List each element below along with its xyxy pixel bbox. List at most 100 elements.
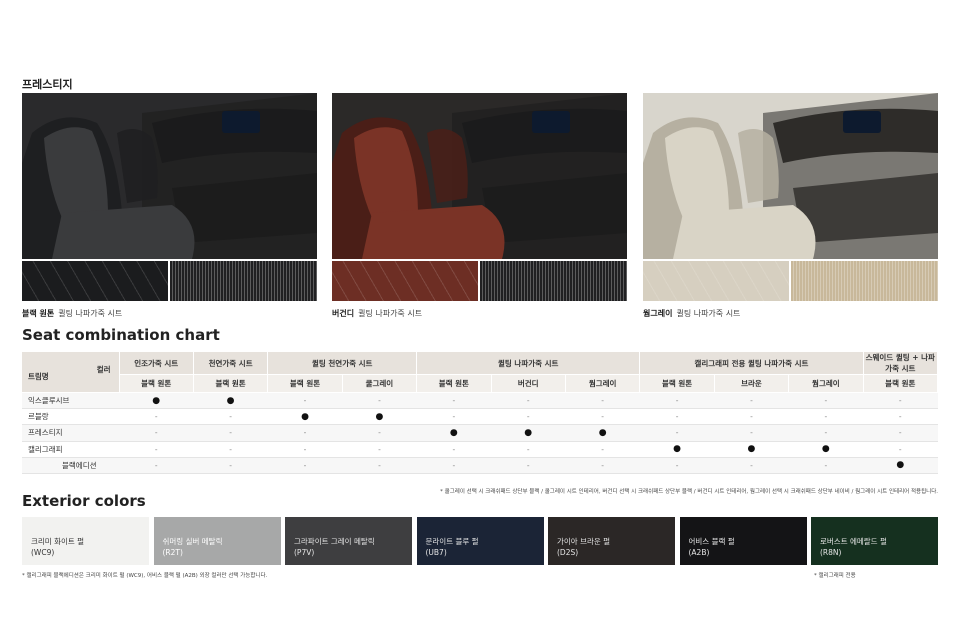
- unavailable-dash: -: [193, 441, 268, 458]
- unavailable-dash: -: [193, 408, 268, 426]
- exterior-color-code: (R8N): [820, 548, 842, 557]
- exterior-color-code: (P7V): [294, 548, 315, 557]
- unavailable-dash: -: [491, 441, 566, 458]
- unavailable-dash: -: [416, 408, 492, 426]
- unavailable-dash: -: [639, 424, 715, 442]
- leather-swatch: [22, 261, 168, 301]
- table-row: 블랙에디션 - - - - - - - - - - ●: [22, 457, 938, 474]
- trim-name: 캘리그래피: [22, 441, 119, 458]
- unavailable-dash: -: [342, 441, 417, 458]
- interior-photo: [643, 93, 938, 259]
- available-dot: ●: [639, 441, 715, 458]
- unavailable-dash: -: [342, 457, 417, 474]
- interior-color-name: 웜그레이: [643, 309, 673, 318]
- seat-color-header: 브라운: [714, 374, 790, 393]
- seat-color-header: 버건디: [491, 374, 566, 393]
- unavailable-dash: -: [714, 392, 789, 410]
- unavailable-dash: -: [639, 457, 715, 474]
- unavailable-dash: -: [565, 457, 640, 474]
- leather-swatch: [332, 261, 478, 301]
- exterior-color-name: 로버스트 에메랄드 펄: [820, 537, 887, 546]
- unavailable-dash: -: [119, 424, 194, 442]
- interior-seat-desc: 퀼팅 나파가죽 시트: [58, 309, 123, 318]
- trim-name: 프레스티지: [22, 424, 119, 442]
- unavailable-dash: -: [788, 408, 864, 426]
- seat-color-header: 블랙 원톤: [416, 374, 492, 393]
- corner-color-label: 컬러: [96, 365, 111, 374]
- exterior-color-label: 로버스트 에메랄드 펄 (R8N): [820, 536, 887, 558]
- interior-caption: 버건디 퀼팅 나파가죽 시트: [332, 308, 422, 319]
- trim-swatch: [170, 261, 317, 301]
- exterior-note-right: * 캘리그래피 전용: [814, 573, 856, 579]
- unavailable-dash: -: [863, 408, 938, 426]
- unavailable-dash: -: [342, 392, 417, 410]
- available-dot: ●: [416, 424, 492, 442]
- exterior-color-name: 가이아 브라운 펄: [557, 537, 611, 546]
- unavailable-dash: -: [788, 457, 864, 474]
- unavailable-dash: -: [863, 392, 938, 410]
- unavailable-dash: -: [788, 392, 864, 410]
- unavailable-dash: -: [267, 441, 343, 458]
- seat-color-header: 블랙 원톤: [119, 374, 194, 393]
- unavailable-dash: -: [714, 408, 789, 426]
- table-group-header: 컬러 트림명 인조가죽 시트 천연가죽 시트 퀼팅 천연가죽 시트 퀼팅 나파가죽 시…: [22, 352, 939, 393]
- exterior-title: Exterior colors: [22, 492, 146, 510]
- seat-type-header: 퀼팅 나파가죽 시트: [416, 352, 641, 375]
- trim-name: 익스클루시브: [22, 392, 119, 410]
- seat-type-header: 캘리그래피 전용 퀼팅 나파가죽 시트: [639, 352, 864, 375]
- unavailable-dash: -: [491, 392, 566, 410]
- unavailable-dash: -: [416, 392, 492, 410]
- unavailable-dash: -: [565, 392, 640, 410]
- exterior-color-label: 크리미 화이트 펄 (WC9): [31, 536, 84, 558]
- table-row: 캘리그래피 - - - - - - - ● ● ● -: [22, 441, 938, 458]
- exterior-color-name: 문라이트 블루 펄: [425, 537, 479, 546]
- available-dot: ●: [714, 441, 789, 458]
- unavailable-dash: -: [565, 441, 640, 458]
- unavailable-dash: -: [863, 441, 938, 458]
- exterior-color-label: 문라이트 블루 펄 (UB7): [426, 536, 479, 558]
- trim-swatch: [480, 261, 627, 301]
- seat-color-header: 웜그레이: [788, 374, 864, 393]
- unavailable-dash: -: [714, 457, 789, 474]
- available-dot: ●: [565, 424, 640, 442]
- seat-type-header: 인조가죽 시트: [119, 352, 194, 375]
- exterior-color-swatch: 어비스 블랙 펄 (A2B): [679, 517, 807, 565]
- available-dot: ●: [491, 424, 566, 442]
- table-row: 익스클루시브 ● ● - - - - - - - - -: [22, 392, 938, 410]
- exterior-color-label: 가이아 브라운 펄 (D2S): [557, 536, 610, 558]
- available-dot: ●: [788, 441, 864, 458]
- interior-color-name: 블랙 원톤: [22, 309, 55, 318]
- exterior-color-name: 어비스 블랙 펄: [688, 537, 735, 546]
- exterior-color-name: 쉬머링 실버 메탈릭: [162, 537, 223, 546]
- exterior-color-code: (D2S): [557, 548, 579, 557]
- exterior-color-label: 그라파이트 그레이 메탈릭 (P7V): [294, 536, 375, 558]
- trim-name: 르블랑: [22, 408, 119, 426]
- unavailable-dash: -: [267, 424, 343, 442]
- seat-color-header: 블랙 원톤: [267, 374, 343, 393]
- interior-caption: 웜그레이 퀼팅 나파가죽 시트: [643, 308, 740, 319]
- exterior-color-name: 그라파이트 그레이 메탈릭: [294, 537, 375, 546]
- seat-color-header: 블랙 원톤: [863, 374, 939, 393]
- interior-color-name: 버건디: [332, 309, 355, 318]
- available-dot: ●: [267, 408, 343, 426]
- seat-color-header: 블랙 원톤: [193, 374, 269, 393]
- available-dot: ●: [863, 457, 938, 474]
- unavailable-dash: -: [193, 424, 268, 442]
- interior-caption: 블랙 원톤 퀼팅 나파가죽 시트: [22, 308, 122, 319]
- interior-seat-desc: 퀼팅 나파가죽 시트: [676, 309, 741, 318]
- seat-color-header: 블랙 원톤: [639, 374, 715, 393]
- table-row: 르블랑 - - ● ● - - - - - - -: [22, 408, 938, 426]
- exterior-color-label: 어비스 블랙 펄 (A2B): [689, 536, 735, 558]
- unavailable-dash: -: [565, 408, 640, 426]
- unavailable-dash: -: [193, 457, 268, 474]
- unavailable-dash: -: [639, 392, 715, 410]
- interior-photo: [332, 93, 627, 259]
- available-dot: ●: [342, 408, 417, 426]
- trim-swatch: [791, 261, 938, 301]
- unavailable-dash: -: [714, 424, 789, 442]
- exterior-color-code: (UB7): [425, 548, 447, 557]
- unavailable-dash: -: [639, 408, 715, 426]
- exterior-color-swatch: 쉬머링 실버 메탈릭 (R2T): [153, 517, 281, 565]
- unavailable-dash: -: [267, 392, 343, 410]
- corner-cell: 컬러 트림명: [22, 352, 120, 393]
